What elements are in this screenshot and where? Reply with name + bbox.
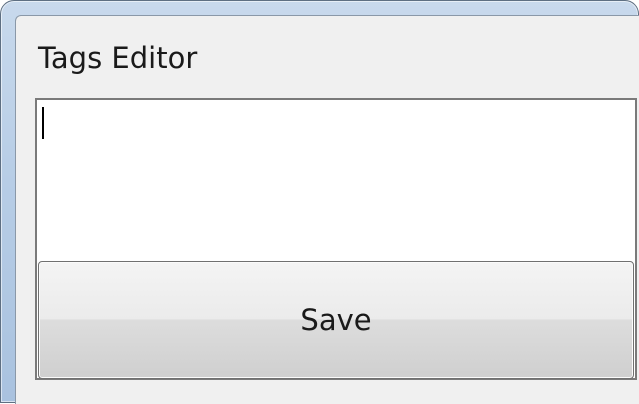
text-caret xyxy=(42,107,44,139)
window-client-area: Tags Editor Save xyxy=(15,15,639,404)
save-button[interactable]: Save xyxy=(38,261,634,379)
window-title: Tags Editor xyxy=(38,41,198,75)
tags-editor-window: Tags Editor Save xyxy=(0,0,639,404)
